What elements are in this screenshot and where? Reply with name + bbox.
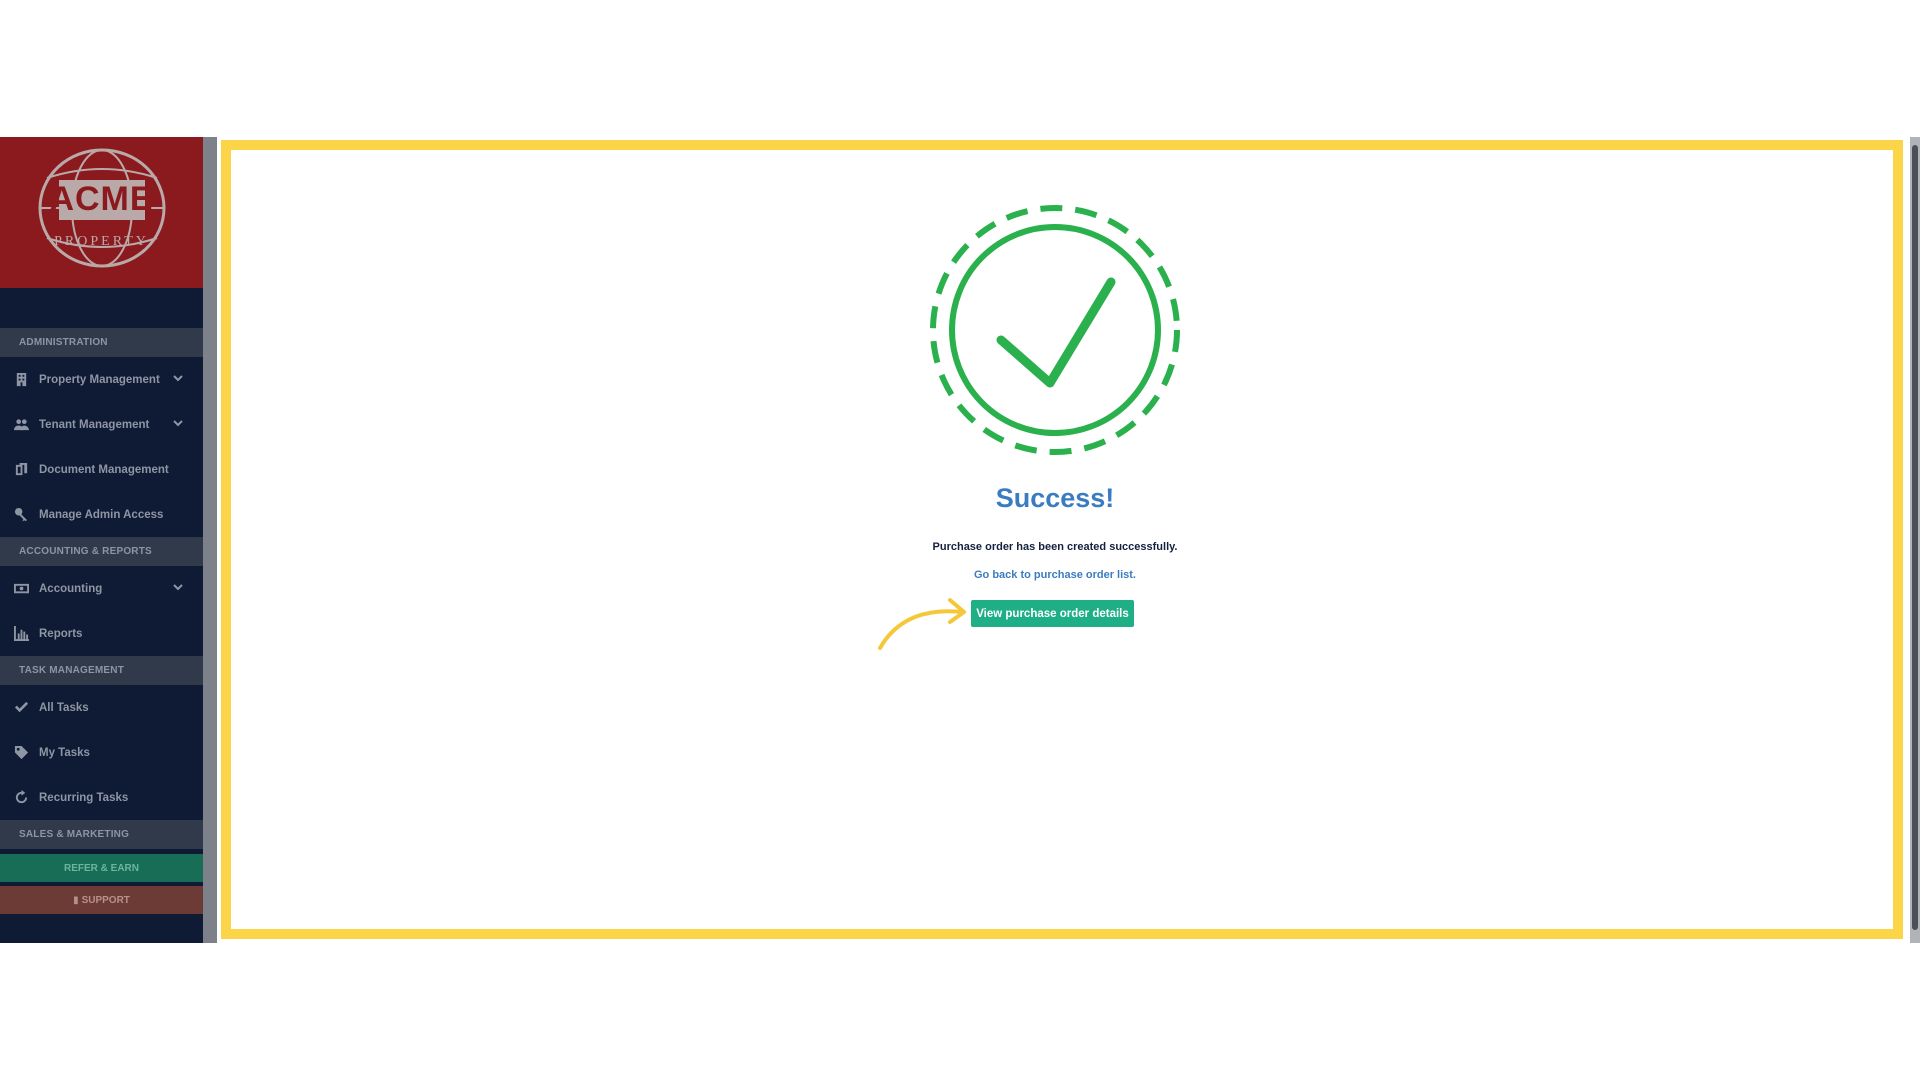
- back-to-list-link[interactable]: Go back to purchase order list.: [855, 569, 1255, 581]
- support-label: SUPPORT: [81, 894, 130, 906]
- sidebar-item-label: My Tasks: [39, 746, 90, 759]
- sidebar: ACME PROPERTY ADMINISTRATION Property Ma…: [0, 137, 203, 943]
- sidebar-item-label: Document Management: [39, 463, 169, 476]
- users-icon: [12, 417, 30, 433]
- support-button[interactable]: ▮ SUPPORT: [0, 886, 203, 914]
- section-sales-marketing: SALES & MARKETING: [0, 820, 203, 849]
- chevron-down-icon: [173, 418, 183, 428]
- chevron-down-icon: [173, 582, 183, 592]
- view-purchase-order-button[interactable]: View purchase order details: [971, 600, 1134, 627]
- sidebar-item-label: Recurring Tasks: [39, 791, 129, 804]
- content-gutter: [203, 137, 217, 943]
- acme-logo[interactable]: ACME PROPERTY: [27, 148, 177, 278]
- scrollbar-thumb[interactable]: [1912, 145, 1918, 930]
- sidebar-item-recurring-tasks[interactable]: Recurring Tasks: [0, 775, 203, 820]
- book-icon: ▮: [73, 894, 79, 906]
- logo-word: ACME: [49, 179, 154, 220]
- sidebar-item-manage-admin-access[interactable]: Manage Admin Access: [0, 492, 203, 537]
- success-title: Success!: [995, 483, 1115, 513]
- sidebar-item-property-management[interactable]: Property Management: [0, 357, 203, 402]
- brand-header: ACME PROPERTY: [0, 137, 203, 288]
- sidebar-item-label: Property Management: [39, 373, 160, 386]
- bar-chart-icon: [12, 626, 30, 642]
- section-administration: ADMINISTRATION: [0, 328, 203, 357]
- sidebar-item-my-tasks[interactable]: My Tasks: [0, 730, 203, 775]
- annotation-arrow-icon: [874, 592, 970, 654]
- tag-icon: [12, 745, 30, 761]
- sidebar-item-all-tasks[interactable]: All Tasks: [0, 685, 203, 730]
- success-message: Purchase order has been created successf…: [932, 541, 1178, 553]
- sidebar-item-label: All Tasks: [39, 701, 89, 714]
- sidebar-item-accounting[interactable]: Accounting: [0, 566, 203, 611]
- documents-icon: [12, 462, 30, 478]
- refer-earn-button[interactable]: REFER & EARN: [0, 854, 203, 882]
- sidebar-item-label: Accounting: [39, 582, 103, 595]
- refresh-icon: [12, 790, 30, 806]
- sidebar-item-reports[interactable]: Reports: [0, 611, 203, 656]
- sidebar-item-label: Manage Admin Access: [39, 508, 164, 521]
- sidebar-item-label: Tenant Management: [39, 418, 150, 431]
- sidebar-item-label: Reports: [39, 627, 83, 640]
- key-icon: [12, 507, 30, 523]
- money-icon: [12, 581, 30, 597]
- success-check-icon: [928, 203, 1182, 457]
- logo-sub: PROPERTY: [54, 233, 149, 249]
- sidebar-item-document-management[interactable]: Document Management: [0, 447, 203, 492]
- sidebar-item-tenant-management[interactable]: Tenant Management: [0, 402, 203, 447]
- check-icon: [12, 700, 30, 716]
- chevron-down-icon: [173, 373, 183, 383]
- building-icon: [12, 372, 30, 388]
- section-task-management: TASK MANAGEMENT: [0, 656, 203, 685]
- section-accounting-reports: ACCOUNTING & REPORTS: [0, 537, 203, 566]
